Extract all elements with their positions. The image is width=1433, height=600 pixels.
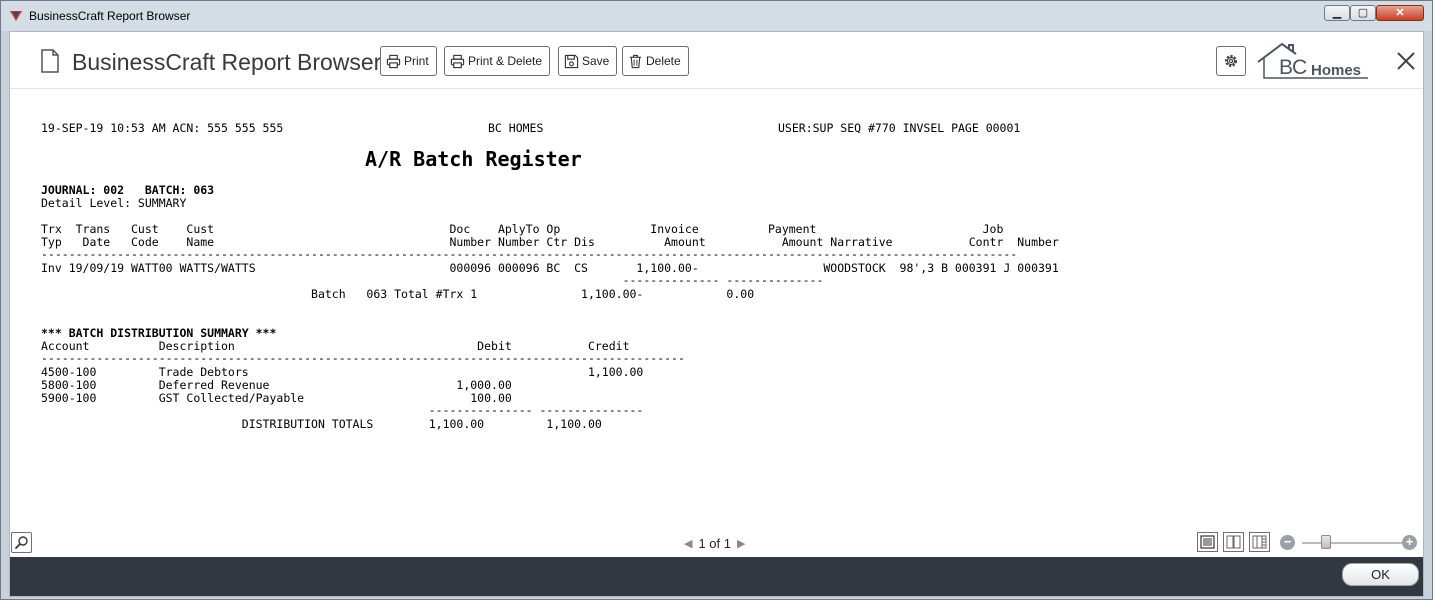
ok-button[interactable]: OK bbox=[1342, 563, 1419, 586]
maximize-button[interactable]: ▢ bbox=[1350, 5, 1376, 21]
gear-icon bbox=[1225, 55, 1237, 67]
save-button[interactable]: Save bbox=[558, 46, 618, 76]
bc-homes-logo: BC Homes bbox=[1256, 40, 1374, 82]
print-delete-button[interactable]: Print & Delete bbox=[444, 46, 551, 76]
print-label: Print bbox=[404, 54, 429, 68]
save-icon bbox=[564, 54, 579, 68]
dialog-footer: OK bbox=[10, 557, 1423, 596]
subtotal-separator: -------------- -------------- bbox=[41, 273, 824, 287]
two-page-icon bbox=[1226, 535, 1241, 549]
report-browser-window: BusinessCraft Report Browser ▁ ▢ ✕ Busin… bbox=[0, 0, 1433, 600]
document-icon bbox=[41, 49, 59, 73]
page-indicator: 1 of 1 bbox=[698, 536, 731, 551]
report-header-right: USER:SUP SEQ #770 INVSEL PAGE 00001 bbox=[778, 121, 1021, 135]
delete-label: Delete bbox=[646, 54, 681, 68]
report-page: 19-SEP-19 10:53 AM ACN: 555 555 555 BC H… bbox=[10, 90, 1423, 530]
minimize-button[interactable]: ▁ bbox=[1324, 5, 1350, 21]
multi-page-icon bbox=[1252, 535, 1267, 549]
multi-page-view-button[interactable] bbox=[1249, 532, 1270, 552]
search-icon bbox=[14, 536, 28, 550]
detail-level: Detail Level: SUMMARY bbox=[41, 196, 187, 210]
zoom-in-button[interactable]: + bbox=[1402, 535, 1417, 550]
print-delete-label: Print & Delete bbox=[468, 54, 543, 68]
totals-separator: --------------- --------------- bbox=[41, 403, 644, 417]
window-titlebar: BusinessCraft Report Browser ▁ ▢ ✕ bbox=[1, 1, 1432, 31]
single-page-view-button[interactable] bbox=[1197, 532, 1218, 552]
zoom-out-button[interactable]: − bbox=[1280, 535, 1295, 550]
save-label: Save bbox=[582, 54, 610, 68]
client-area: BusinessCraft Report Browser Print Print… bbox=[9, 31, 1424, 597]
page-title: BusinessCraft Report Browser bbox=[72, 49, 382, 75]
delete-button[interactable]: Delete bbox=[622, 46, 689, 76]
batch-total-row: Batch 063 Total #Trx 1 1,100.00- 0.00 bbox=[41, 287, 755, 301]
window-close-button[interactable]: ✕ bbox=[1376, 5, 1424, 21]
printer-icon bbox=[386, 54, 401, 68]
logo-bc-text: BC bbox=[1279, 56, 1307, 79]
printer-icon bbox=[450, 54, 465, 68]
window-title: BusinessCraft Report Browser bbox=[29, 9, 191, 23]
logo-homes-text: Homes bbox=[1311, 62, 1362, 79]
two-page-view-button[interactable] bbox=[1223, 532, 1244, 552]
single-page-icon bbox=[1200, 535, 1215, 549]
pager: ◀ 1 of 1 ▶ bbox=[684, 536, 745, 551]
settings-button[interactable] bbox=[1216, 46, 1246, 76]
zoom-slider-track[interactable] bbox=[1302, 542, 1402, 544]
separator-line: ----------------------------------------… bbox=[41, 351, 685, 365]
search-button[interactable] bbox=[11, 532, 32, 553]
separator-line: ----------------------------------------… bbox=[41, 247, 1018, 261]
close-icon[interactable] bbox=[1395, 50, 1417, 72]
prev-page-button[interactable]: ◀ bbox=[684, 537, 692, 550]
next-page-button[interactable]: ▶ bbox=[737, 537, 745, 550]
zoom-slider-thumb[interactable] bbox=[1321, 535, 1331, 549]
print-button[interactable]: Print bbox=[380, 46, 437, 76]
toolbar-header: BusinessCraft Report Browser Print Print… bbox=[10, 32, 1423, 89]
report-header-center: BC HOMES bbox=[488, 121, 544, 135]
app-icon bbox=[10, 11, 22, 21]
report-header-left: 19-SEP-19 10:53 AM ACN: 555 555 555 bbox=[41, 121, 284, 135]
report-title: A/R Batch Register bbox=[365, 147, 582, 171]
distribution-totals-row: DISTRIBUTION TOTALS 1,100.00 1,100.00 bbox=[41, 417, 602, 431]
trash-icon bbox=[629, 54, 642, 68]
